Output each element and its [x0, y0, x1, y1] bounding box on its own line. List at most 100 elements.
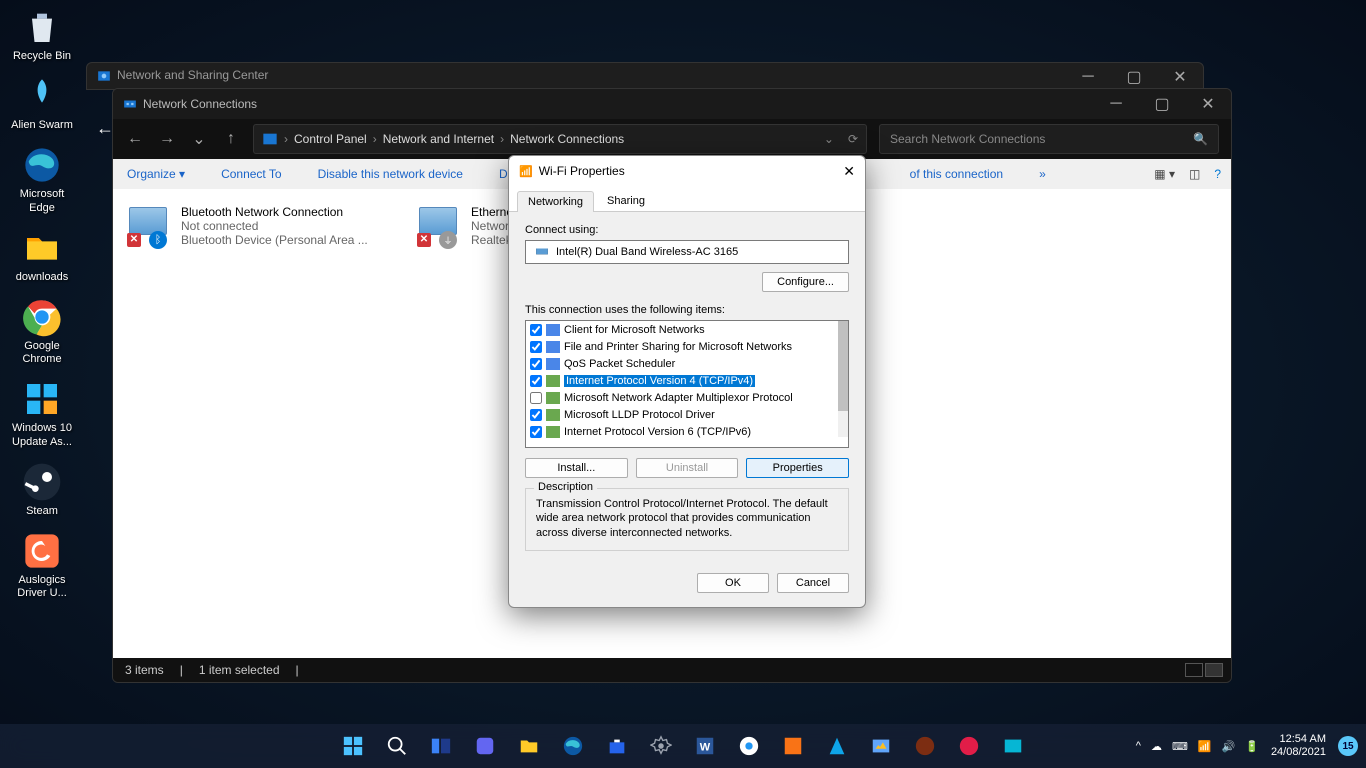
protocol-checkbox[interactable]: [530, 341, 542, 353]
protocol-name: Microsoft LLDP Protocol Driver: [564, 409, 715, 421]
breadcrumb-item[interactable]: Network and Internet: [383, 132, 494, 146]
steam-icon: [21, 461, 63, 503]
cancel-button[interactable]: Cancel: [777, 573, 849, 593]
desktop-icon-downloads[interactable]: downloads: [4, 225, 80, 286]
desktop-icon-edge[interactable]: Microsoft Edge: [4, 142, 80, 216]
widgets-button[interactable]: [466, 727, 504, 765]
protocol-item[interactable]: Internet Protocol Version 6 (TCP/IPv6): [526, 423, 838, 440]
taskbar-clock[interactable]: 12:54 AM 24/08/2021: [1271, 733, 1326, 759]
search-input[interactable]: Search Network Connections 🔍: [879, 124, 1219, 154]
help-icon[interactable]: ?: [1214, 167, 1221, 181]
scrollbar[interactable]: [838, 321, 848, 437]
more-chevron-icon[interactable]: »: [1039, 167, 1046, 181]
address-bar[interactable]: › Control Panel › Network and Internet ›…: [253, 124, 867, 154]
properties-button[interactable]: Properties: [746, 458, 849, 478]
desktop-icon-chrome[interactable]: Google Chrome: [4, 294, 80, 368]
edge-taskbar-button[interactable]: [554, 727, 592, 765]
disable-device-button[interactable]: Disable this network device: [318, 167, 463, 181]
desktop-icon-alien-swarm[interactable]: Alien Swarm: [4, 73, 80, 134]
address-dropdown-icon[interactable]: ⌄: [824, 132, 834, 146]
taskbar: W ^ ☁ ⌨ 📶 🔊 🔋 12:54 AM 24/08/2021 15: [0, 724, 1366, 768]
maximize-button[interactable]: ▢: [1139, 89, 1185, 119]
protocol-checkbox[interactable]: [530, 324, 542, 336]
search-button[interactable]: [378, 727, 416, 765]
refresh-icon[interactable]: ⟳: [848, 132, 858, 146]
protocol-checkbox[interactable]: [530, 426, 542, 438]
protocol-item[interactable]: Microsoft LLDP Protocol Driver: [526, 406, 838, 423]
dialog-title: Wi-Fi Properties: [539, 164, 625, 178]
app-6-button[interactable]: [994, 727, 1032, 765]
settings-button[interactable]: [642, 727, 680, 765]
minimize-button[interactable]: ─: [1093, 89, 1139, 119]
protocol-checkbox[interactable]: [530, 375, 542, 387]
nav-forward-button[interactable]: →: [157, 130, 177, 148]
protocol-item[interactable]: QoS Packet Scheduler: [526, 355, 838, 372]
connection-name: Bluetooth Network Connection: [181, 205, 368, 219]
keyboard-icon[interactable]: ⌨: [1172, 740, 1188, 753]
control-panel-icon: [97, 69, 111, 83]
breadcrumb-item[interactable]: Network Connections: [510, 132, 624, 146]
protocol-item[interactable]: Microsoft Network Adapter Multiplexor Pr…: [526, 389, 838, 406]
close-button[interactable]: ✕: [843, 163, 855, 180]
app-3-button[interactable]: [862, 727, 900, 765]
protocol-item[interactable]: File and Printer Sharing for Microsoft N…: [526, 338, 838, 355]
breadcrumb-item[interactable]: Control Panel: [294, 132, 367, 146]
volume-icon[interactable]: 🔊: [1222, 740, 1236, 753]
minimize-button[interactable]: ─: [1065, 63, 1111, 91]
wifi-tray-icon[interactable]: 📶: [1198, 740, 1212, 753]
chrome-taskbar-button[interactable]: [730, 727, 768, 765]
parent-window-titlebar: Network and Sharing Center ─ ▢ ✕: [86, 62, 1204, 90]
word-button[interactable]: W: [686, 727, 724, 765]
start-button[interactable]: [334, 727, 372, 765]
large-icons-view-button[interactable]: [1205, 663, 1223, 677]
nav-up-button[interactable]: ↑: [221, 130, 241, 148]
configure-button[interactable]: Configure...: [762, 272, 849, 292]
desktop-icon-recycle-bin[interactable]: Recycle Bin: [4, 4, 80, 65]
auslogics-icon: [21, 530, 63, 572]
desktop-icon-win10-update[interactable]: Windows 10 Update As...: [4, 376, 80, 450]
ok-button[interactable]: OK: [697, 573, 769, 593]
tray-chevron-icon[interactable]: ^: [1136, 740, 1141, 752]
app-2-button[interactable]: [818, 727, 856, 765]
explorer-button[interactable]: [510, 727, 548, 765]
store-button[interactable]: [598, 727, 636, 765]
onedrive-icon[interactable]: ☁: [1151, 740, 1162, 753]
desktop-icon-steam[interactable]: Steam: [4, 459, 80, 520]
view-options-button[interactable]: ▦ ▾: [1154, 167, 1175, 181]
app-4-button[interactable]: [906, 727, 944, 765]
connect-to-button[interactable]: Connect To: [221, 167, 282, 181]
recycle-bin-icon: [21, 6, 63, 48]
protocol-checkbox[interactable]: [530, 409, 542, 421]
nav-back-button[interactable]: ←: [125, 130, 145, 148]
nc-titlebar[interactable]: Network Connections ─ ▢ ✕: [113, 89, 1231, 119]
preview-pane-button[interactable]: ◫: [1189, 167, 1200, 181]
tab-networking[interactable]: Networking: [517, 191, 594, 212]
scrollbar-thumb[interactable]: [838, 321, 848, 411]
app-1-button[interactable]: [774, 727, 812, 765]
close-button[interactable]: ✕: [1185, 89, 1231, 119]
tab-sharing[interactable]: Sharing: [596, 190, 656, 211]
app-5-button[interactable]: [950, 727, 988, 765]
taskbar-center: W: [334, 727, 1032, 765]
maximize-button[interactable]: ▢: [1111, 63, 1157, 91]
battery-icon[interactable]: 🔋: [1245, 740, 1259, 753]
details-view-button[interactable]: [1185, 663, 1203, 677]
protocol-item[interactable]: Client for Microsoft Networks: [526, 321, 838, 338]
connect-using-label: Connect using:: [525, 224, 849, 236]
task-view-button[interactable]: [422, 727, 460, 765]
protocol-checkbox[interactable]: [530, 358, 542, 370]
protocol-checkbox[interactable]: [530, 392, 542, 404]
protocol-item[interactable]: Internet Protocol Version 4 (TCP/IPv4): [526, 372, 838, 389]
close-button[interactable]: ✕: [1157, 63, 1203, 91]
desktop-icon-auslogics[interactable]: Auslogics Driver U...: [4, 528, 80, 602]
chrome-icon: [21, 296, 63, 338]
uninstall-button[interactable]: Uninstall: [636, 458, 739, 478]
nav-history-dropdown[interactable]: ⌄: [189, 129, 209, 149]
dialog-titlebar[interactable]: 📶 Wi-Fi Properties ✕: [509, 156, 865, 186]
organize-menu[interactable]: Organize ▾: [127, 167, 185, 181]
install-button[interactable]: Install...: [525, 458, 628, 478]
connection-item-bluetooth[interactable]: ✕ ᛒ Bluetooth Network Connection Not con…: [127, 205, 387, 643]
notification-badge[interactable]: 15: [1338, 736, 1358, 756]
status-items-count: 3 items: [125, 663, 164, 677]
desktop-icon-label: Windows 10 Update As...: [6, 422, 78, 448]
